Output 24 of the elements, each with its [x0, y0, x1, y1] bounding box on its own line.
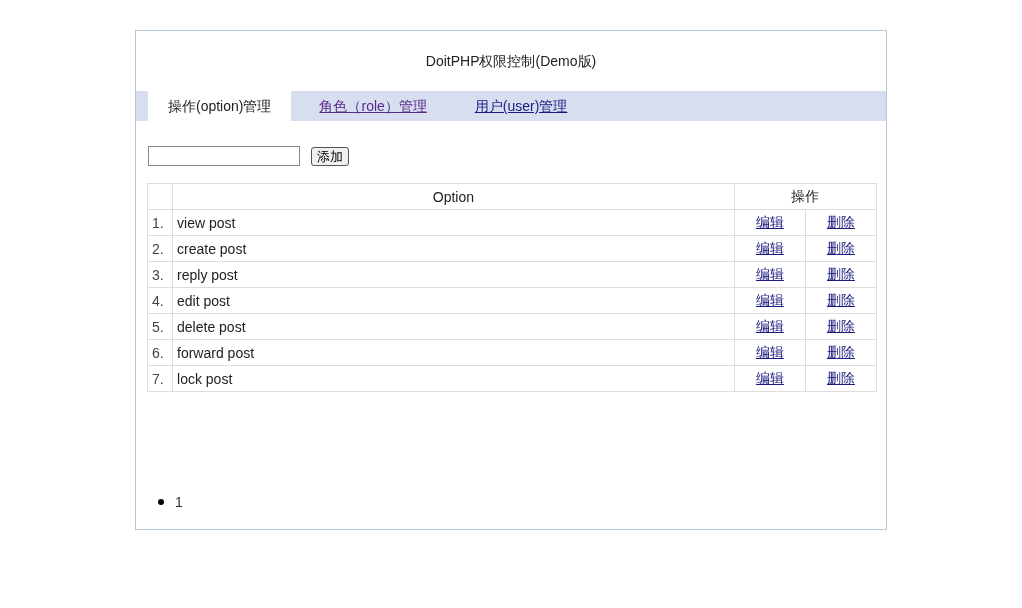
add-button[interactable]: 添加 [311, 146, 349, 166]
row-number: 4. [147, 287, 173, 314]
row-number: 1. [147, 209, 173, 236]
table-cell: reply post [172, 261, 735, 288]
tab[interactable]: 操作(option)管理 [148, 91, 292, 121]
table-cell: create post [172, 235, 735, 262]
row-number: 3. [147, 261, 173, 288]
tab[interactable]: 用户(user)管理 [454, 91, 588, 121]
table-cell: edit post [172, 287, 735, 314]
table-cell: forward post [172, 339, 735, 366]
option-input-field[interactable] [148, 146, 300, 166]
row-number: 5. [147, 313, 173, 340]
column-header: 操作 [734, 183, 877, 210]
row-number: 2. [147, 235, 173, 262]
row-number: 6. [147, 339, 173, 366]
bullet-icon [158, 499, 164, 505]
column-header: Option [172, 183, 735, 210]
page-title: DoitPHP权限控制(Demo版) [424, 52, 598, 71]
row-number: 7. [147, 365, 173, 392]
page-number[interactable]: 1 [175, 494, 183, 510]
tab[interactable]: 角色（role）管理 [299, 91, 447, 121]
table-cell: lock post [172, 365, 735, 392]
table-cell: view post [172, 209, 735, 236]
table-cell: delete post [172, 313, 735, 340]
